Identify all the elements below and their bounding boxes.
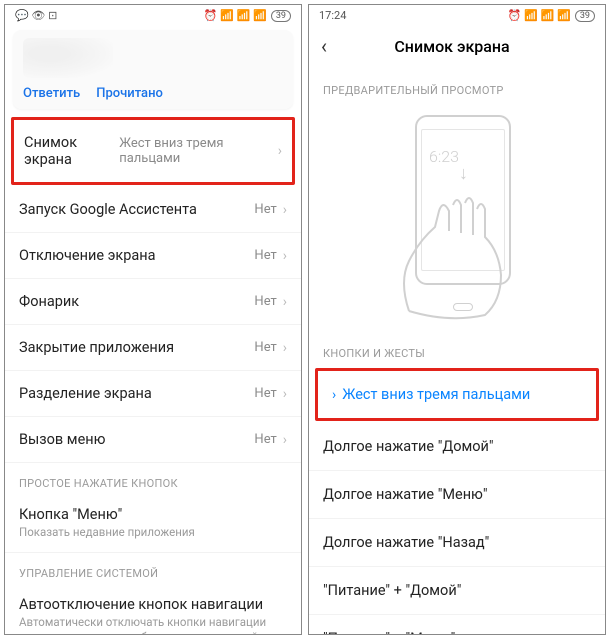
section-header-buttons-gestures: КНОПКИ И ЖЕСТЫ <box>309 333 605 366</box>
notification-read-button[interactable]: Прочитано <box>96 86 163 101</box>
row-value: Нет <box>254 248 276 263</box>
row-value: Нет <box>254 202 276 217</box>
status-icons-right: ⏰ 📶 📶 📶 <box>204 9 267 22</box>
chevron-right-icon: › <box>283 202 287 218</box>
chevron-right-icon: › <box>332 387 336 403</box>
chevron-right-icon: › <box>283 294 287 310</box>
gesture-option-three-finger-swipe[interactable]: › Жест вниз тремя пальцами <box>318 371 596 418</box>
settings-row[interactable]: Фонарик Нет › <box>5 279 301 325</box>
row-value: Нет <box>254 340 276 355</box>
gesture-preview: 6:23 ↓ <box>309 103 605 333</box>
row-sublabel: Показать недавние приложения <box>19 525 287 540</box>
gesture-option[interactable]: Долгое нажатие "Домой" <box>309 423 605 471</box>
gesture-label: Жест вниз тремя пальцами <box>342 386 530 403</box>
row-label: Снимок экрана <box>24 134 119 168</box>
gesture-option[interactable]: Долгое нажатие "Назад" <box>309 519 605 567</box>
settings-row[interactable]: Разделение экрана Нет › <box>5 371 301 417</box>
battery-level: 39 <box>575 10 595 22</box>
notification-reply-button[interactable]: Ответить <box>23 86 80 101</box>
row-screenshot[interactable]: Снимок экрана Жест вниз тремя пальцами › <box>14 120 292 182</box>
phone-right-screen: 17:24 ⏰ 📶 📶 📶 39 ‹ Снимок экрана ПРЕДВАР… <box>308 4 606 635</box>
row-label: Отключение экрана <box>19 247 156 264</box>
row-label: Вызов меню <box>19 431 105 448</box>
chevron-right-icon: › <box>278 143 282 159</box>
section-header-preview: ПРЕДВАРИТЕЛЬНЫЙ ПРОСМОТР <box>309 70 605 103</box>
row-label: Фонарик <box>19 293 79 310</box>
row-value: Нет <box>254 432 276 447</box>
back-button[interactable]: ‹ <box>321 34 327 58</box>
row-menu-button[interactable]: Кнопка "Меню" Показать недавние приложен… <box>5 496 301 553</box>
settings-row[interactable]: Отключение экрана Нет › <box>5 233 301 279</box>
highlight-screenshot-row: Снимок экрана Жест вниз тремя пальцами › <box>11 117 295 185</box>
row-label: Кнопка "Меню" <box>19 506 287 523</box>
chevron-right-icon: › <box>283 386 287 402</box>
sketch-phone-time: 6:23 <box>429 147 459 166</box>
status-bar: 17:24 ⏰ 📶 📶 📶 39 <box>309 5 605 24</box>
gesture-option[interactable]: Долгое нажатие "Меню" <box>309 471 605 519</box>
row-label: Автоотключение кнопок навигации <box>19 596 287 613</box>
settings-row[interactable]: Запуск Google Ассистента Нет › <box>5 187 301 233</box>
row-value: Нет <box>254 386 276 401</box>
notification-blurred-content <box>23 38 113 78</box>
row-value: Жест вниз тремя пальцами <box>119 136 272 166</box>
row-label: Разделение экрана <box>19 385 152 402</box>
chevron-right-icon: › <box>283 432 287 448</box>
row-sublabel: Автоматически отключать кнопки навигации… <box>19 615 287 635</box>
chevron-right-icon: › <box>283 248 287 264</box>
chevron-right-icon: › <box>283 340 287 356</box>
notification-card[interactable]: Ответить Прочитано <box>13 30 293 109</box>
row-value: Нет <box>254 294 276 309</box>
section-header-simple-press: ПРОСТОЕ НАЖАТИЕ КНОПОК <box>5 463 301 496</box>
page-title: Снимок экрана <box>351 37 553 56</box>
status-bar: 💬 👁 ⊡ ⏰ 📶 📶 📶 39 <box>5 5 301 24</box>
settings-row[interactable]: Вызов меню Нет › <box>5 417 301 463</box>
gesture-option[interactable]: "Питание" + "Домой" <box>309 567 605 615</box>
status-icons-right: ⏰ 📶 📶 📶 <box>508 9 571 22</box>
status-time: 17:24 <box>319 9 346 22</box>
highlight-gesture-option: › Жест вниз тремя пальцами <box>315 368 599 421</box>
status-icons-left: 💬 👁 ⊡ <box>15 9 57 22</box>
row-label: Закрытие приложения <box>19 339 174 356</box>
settings-row[interactable]: Закрытие приложения Нет › <box>5 325 301 371</box>
phone-left-screen: 💬 👁 ⊡ ⏰ 📶 📶 📶 39 Ответить Прочитано Сним… <box>4 4 302 635</box>
row-nav-autooff[interactable]: Автоотключение кнопок навигации Автомати… <box>5 586 301 635</box>
section-header-system: УПРАВЛЕНИЕ СИСТЕМОЙ <box>5 553 301 586</box>
sketch-hand <box>389 191 539 321</box>
swipe-down-icon: ↓ <box>459 163 468 184</box>
battery-level: 39 <box>271 10 291 22</box>
row-label: Запуск Google Ассистента <box>19 201 197 218</box>
gesture-option[interactable]: "Питание" + "Меню" <box>309 615 605 635</box>
title-bar: ‹ Снимок экрана <box>309 24 605 70</box>
